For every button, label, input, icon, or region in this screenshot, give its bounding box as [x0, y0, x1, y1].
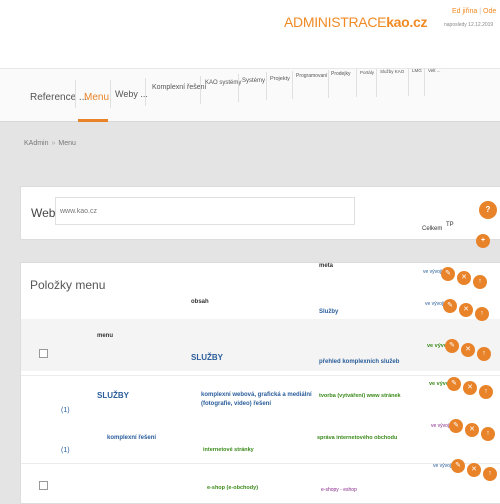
tab-sluzby-kao[interactable]: Služby KAO [380, 69, 404, 74]
logo-brand: kao.cz [386, 14, 428, 30]
row-status: ve vývoji [423, 269, 443, 275]
tab-divider [75, 80, 76, 108]
help-icon[interactable]: ? [479, 201, 497, 219]
up-icon[interactable]: ↑ [473, 275, 487, 289]
row-checkbox[interactable] [39, 481, 48, 490]
row-count: (1) [61, 447, 70, 454]
top-header: ADMINISTRACEkao.cz Ed jiřina | Ode napos… [0, 0, 500, 68]
tab-divider [200, 76, 201, 104]
web-input[interactable] [55, 197, 355, 225]
breadcrumb: KAdmin» Menu [24, 140, 76, 147]
delete-icon[interactable]: ✕ [467, 463, 481, 477]
delete-icon[interactable]: ✕ [465, 423, 479, 437]
logo-prefix: ADMINISTRACE [284, 14, 387, 30]
up-icon[interactable]: ↑ [479, 385, 493, 399]
tab-prodejky[interactable]: Prodejky [331, 71, 350, 77]
up-icon[interactable]: ↑ [483, 467, 497, 481]
column-header-meta: meta [319, 263, 334, 269]
tab-lmg[interactable]: LMG [412, 68, 422, 73]
up-icon[interactable]: ↑ [481, 427, 495, 441]
row-meta-text: tvorba (vytváření) www stránek [319, 393, 401, 399]
tab-divider [424, 68, 425, 96]
tab-komplexni-reseni[interactable]: Komplexní řešení [152, 84, 206, 91]
app-logo[interactable]: ADMINISTRACEkao.cz [284, 14, 427, 30]
edit-icon[interactable]: ✎ [449, 419, 463, 433]
row-menu-link[interactable]: komplexní řešení [107, 435, 156, 441]
breadcrumb-current: Menu [58, 140, 76, 147]
row-meta-text: e-shopy - eshop [321, 487, 357, 493]
column-header-obsah: obsah [191, 299, 209, 305]
tab-portaly[interactable]: Portály [360, 70, 374, 75]
row-status: ve vývoji [425, 301, 445, 307]
edit-icon[interactable]: ✎ [445, 339, 459, 353]
select-all-checkbox[interactable] [39, 349, 48, 358]
row-divider [21, 463, 500, 464]
row-count: (1) [61, 407, 70, 414]
tab-programovani[interactable]: Programovaní [296, 73, 327, 79]
tab-velt[interactable]: Velt ... [428, 68, 441, 73]
tab-kao-systemy[interactable]: KAO systémy [205, 80, 241, 86]
row-obsah-link[interactable]: internetové stránky [203, 447, 254, 453]
row-obsah-link[interactable]: e-shop (e-obchody) [207, 485, 258, 491]
tab-divider [292, 71, 293, 99]
row-meta-text: přehled komplexních služeb [319, 359, 400, 365]
column-header-celkem: Celkem [422, 226, 443, 232]
tab-weby[interactable]: Weby ... [115, 89, 148, 99]
tab-projekty[interactable]: Projekty [270, 76, 290, 82]
edit-icon[interactable]: ✎ [451, 459, 465, 473]
up-icon[interactable]: ↑ [475, 307, 489, 321]
up-icon[interactable]: ↑ [477, 347, 491, 361]
row-obsah-link[interactable]: komplexní webová, grafická a mediální (f… [201, 391, 316, 409]
edit-icon[interactable]: ✎ [441, 267, 455, 281]
last-login-text: naposledy 12.12.2019 [444, 22, 494, 28]
logout-link[interactable]: Ode [483, 8, 496, 15]
edit-icon[interactable]: ✎ [447, 377, 461, 391]
row-meta-text: správa internetového obchodu [317, 435, 398, 441]
user-menu[interactable]: Ed jiřina | Ode [452, 8, 496, 15]
breadcrumb-root[interactable]: KAdmin [24, 140, 49, 147]
row-menu-link[interactable]: SLUŽBY [97, 391, 129, 400]
add-icon[interactable]: + [476, 234, 490, 248]
row-divider [21, 375, 500, 376]
row-status: ve vývoji [433, 463, 453, 469]
breadcrumb-separator: » [51, 140, 56, 147]
edit-icon[interactable]: ✎ [443, 299, 457, 313]
menu-items-card: Položky menu meta Služby obsah menu SLUŽ… [20, 262, 500, 504]
tab-reference[interactable]: Reference ... [30, 92, 87, 103]
tab-divider [408, 68, 409, 96]
tab-divider [328, 70, 329, 98]
user-name[interactable]: Ed jiřina [452, 8, 477, 15]
delete-icon[interactable]: ✕ [459, 303, 473, 317]
tab-divider [356, 69, 357, 97]
tab-menu[interactable]: Menu [84, 92, 109, 103]
tab-divider [238, 74, 239, 102]
meta-link[interactable]: Služby [319, 309, 338, 315]
column-header-tp: TP [446, 222, 454, 228]
tab-divider [110, 80, 111, 108]
active-tab-indicator [78, 119, 108, 122]
delete-icon[interactable]: ✕ [457, 271, 471, 285]
menu-items-title: Položky menu [30, 278, 106, 292]
delete-icon[interactable]: ✕ [463, 381, 477, 395]
user-separator: | [479, 8, 482, 15]
tab-divider [266, 72, 267, 100]
row-status: ve vývoji [431, 423, 451, 429]
tab-systemy[interactable]: Systémy [242, 78, 265, 84]
row-obsah-link[interactable]: SLUŽBY [191, 353, 223, 362]
tab-divider [145, 78, 146, 106]
column-header-menu: menu [97, 333, 114, 339]
tab-divider [376, 69, 377, 97]
delete-icon[interactable]: ✕ [461, 343, 475, 357]
